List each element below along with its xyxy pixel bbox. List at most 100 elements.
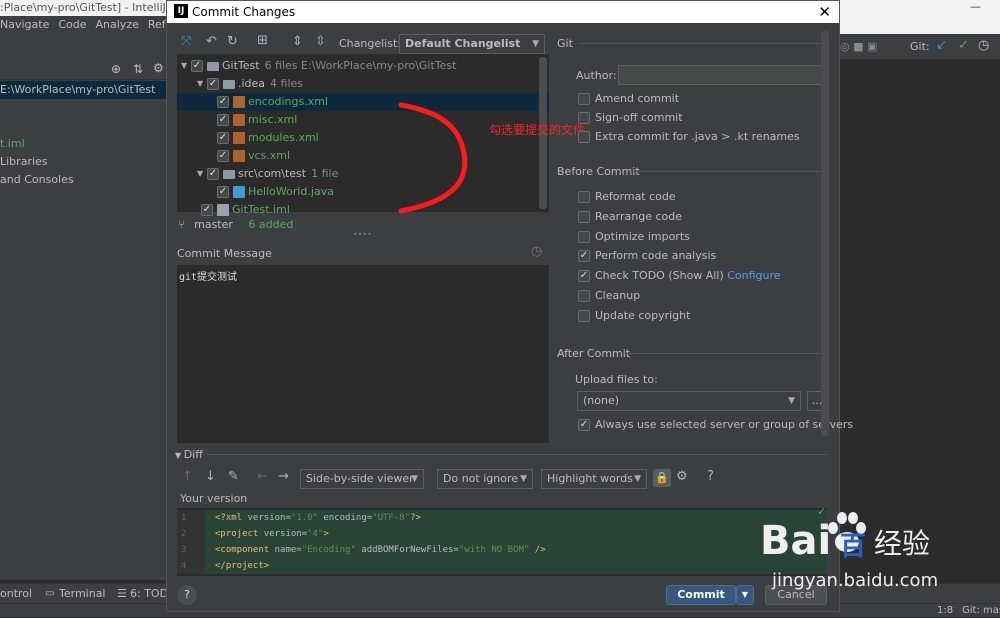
option-signoff[interactable]: Sign-off commit [578,109,683,127]
refresh-icon[interactable]: ↻ [227,34,238,49]
always-use-checkbox[interactable]: ✓ [578,419,590,431]
option-checkbox[interactable] [578,210,590,223]
before-option[interactable]: Rearrange code [578,208,682,226]
settings-icon[interactable]: ⚙ [153,61,164,75]
baidu-du-glyph: 百 [840,532,867,562]
author-label: Author: [576,69,617,82]
file-checkbox[interactable]: ✓ [217,114,229,126]
menu-code[interactable]: Code [58,18,86,31]
edit-icon[interactable]: ✎ [228,469,239,484]
history-icon[interactable]: ◷ [978,38,989,53]
option-checkbox[interactable]: ✓ [578,270,590,283]
before-option[interactable]: ✓ Perform code analysis [578,247,716,265]
menu-navigate[interactable]: Navigate [0,18,49,31]
diff-header[interactable]: ▼ Diff [175,448,203,461]
message-history-icon[interactable]: ◷ [531,244,542,259]
configure-link[interactable]: Configure [724,269,780,282]
before-option[interactable]: Update copyright [578,307,690,325]
tree-row[interactable]: ▼ ✓ .idea 4 files [177,75,549,93]
commit-button[interactable]: Commit [666,585,736,605]
menu-analyze[interactable]: Analyze [96,18,139,31]
file-checkbox[interactable]: ✓ [191,60,203,72]
rollback-icon[interactable]: ↶ [206,34,217,49]
option-checkbox[interactable] [578,309,590,322]
expand-arrow-icon[interactable]: ▼ [197,165,207,183]
expand-arrow-icon[interactable]: ▼ [181,57,191,75]
tree-row-label: src\com\test [238,167,307,180]
group-by-icon[interactable]: ⊞ [257,33,268,48]
gear-icon[interactable]: ⚙ [676,469,688,484]
ignore-select[interactable]: Do not ignore ▼ [437,469,533,489]
tree-row[interactable]: ✓ encodings.xml [177,93,549,111]
expand-arrow-icon[interactable]: ▼ [197,75,207,93]
option-label: Rearrange code [595,209,682,223]
option-label: Reformat code [595,190,676,203]
tab-terminal[interactable]: Terminal [59,584,106,604]
tree-row[interactable]: ✓ HelloWorld.java [177,183,549,201]
forward-icon[interactable]: → [278,469,289,484]
file-checkbox[interactable]: ✓ [217,186,229,198]
line-number: 4 [177,558,205,574]
tree-row[interactable]: ▼ ✓ GitTest 6 files E:\WorkPlace\my-pro\Git… [177,57,549,75]
collapse-icon[interactable]: ⇅ [133,62,143,76]
file-checkbox[interactable]: ✓ [207,168,219,180]
lock-icon[interactable]: 🔒 [653,469,671,487]
stop-icon[interactable]: ◎ ■ ▣ [840,40,877,53]
option-checkbox[interactable] [578,290,590,302]
help-icon[interactable]: ? [707,469,714,484]
option-label: Always use selected server or group of s… [595,418,854,431]
project-item-iml[interactable]: t.iml [0,135,166,153]
tree-row[interactable]: ✓ vcs.xml [177,147,549,165]
expand-all-icon[interactable]: ⇕ [292,34,303,49]
option-always-use[interactable]: ✓ Always use selected server or group of … [578,416,853,434]
file-checkbox[interactable]: ✓ [217,96,229,108]
file-checkbox[interactable]: ✓ [217,150,229,162]
before-option[interactable]: Reformat code [578,188,676,206]
option-extra-commit[interactable]: Extra commit for .java > .kt renames [578,128,800,146]
tree-row[interactable]: ✓ GitTest.iml [177,201,549,219]
close-icon[interactable]: ✕ [818,1,831,23]
splitter-handle[interactable]: •••• [353,230,372,239]
author-input[interactable] [618,65,824,85]
signoff-checkbox[interactable] [578,112,590,124]
project-item-consoles[interactable]: and Consoles [0,171,166,189]
back-icon[interactable]: ← [257,469,268,484]
help-button[interactable]: ? [177,585,197,605]
highlight-select[interactable]: Highlight words ▼ [541,469,647,489]
before-option[interactable]: Cleanup [578,287,640,305]
refresh-vcs-icon[interactable]: ⤧ [181,34,191,49]
tab-version-control[interactable]: ontrol [0,584,32,604]
extra-commit-checkbox[interactable] [578,131,590,143]
git-commit-icon[interactable]: ✓ [958,38,969,53]
option-checkbox[interactable] [578,191,590,203]
before-option[interactable]: ✓ Check TODO (Show All) Configure [578,267,781,285]
file-checkbox[interactable]: ✓ [201,204,213,216]
upload-select[interactable]: (none) ▼ [577,391,801,411]
ide-menu-bar: Navigate Code Analyze Refac [0,16,166,34]
changelist-select[interactable]: Default Changelist ▼ [399,34,545,54]
option-checkbox[interactable] [578,230,590,243]
before-option[interactable]: Optimize imports [578,228,690,246]
collapse-all-icon[interactable]: ⇳ [315,34,326,49]
tree-row[interactable]: ▼ ✓ src\com\test 1 file [177,165,549,183]
next-diff-icon[interactable]: ↓ [205,469,216,484]
caret-position[interactable]: 1:8 [937,604,953,618]
menu-refactor[interactable]: Refac [148,18,166,31]
option-checkbox[interactable]: ✓ [578,250,590,263]
project-item-libraries[interactable]: Libraries [0,153,166,171]
option-amend[interactable]: Amend commit [578,90,679,108]
diff-code-view[interactable]: 1 <?xml version="1.0" encoding="UTF-8"?> 2… [177,508,827,576]
git-update-icon[interactable]: ↙ [936,38,947,53]
prev-diff-icon[interactable]: ↑ [182,469,193,484]
project-root-row[interactable]: E:\WorkPlace\my-pro\GitTest [0,81,166,99]
options-scrollbar[interactable] [821,31,829,436]
file-checkbox[interactable]: ✓ [217,132,229,144]
diff-label: Diff [183,448,203,461]
minimize-icon[interactable]: — [970,0,981,13]
git-branch-status[interactable]: Git: mas [962,604,1000,618]
target-icon[interactable]: ⊕ [111,62,121,76]
commit-message-input[interactable]: git提交测试 [177,265,549,443]
amend-checkbox[interactable] [578,93,590,105]
viewer-select[interactable]: Side-by-side viewer ▼ [300,469,424,489]
file-checkbox[interactable]: ✓ [207,78,219,90]
